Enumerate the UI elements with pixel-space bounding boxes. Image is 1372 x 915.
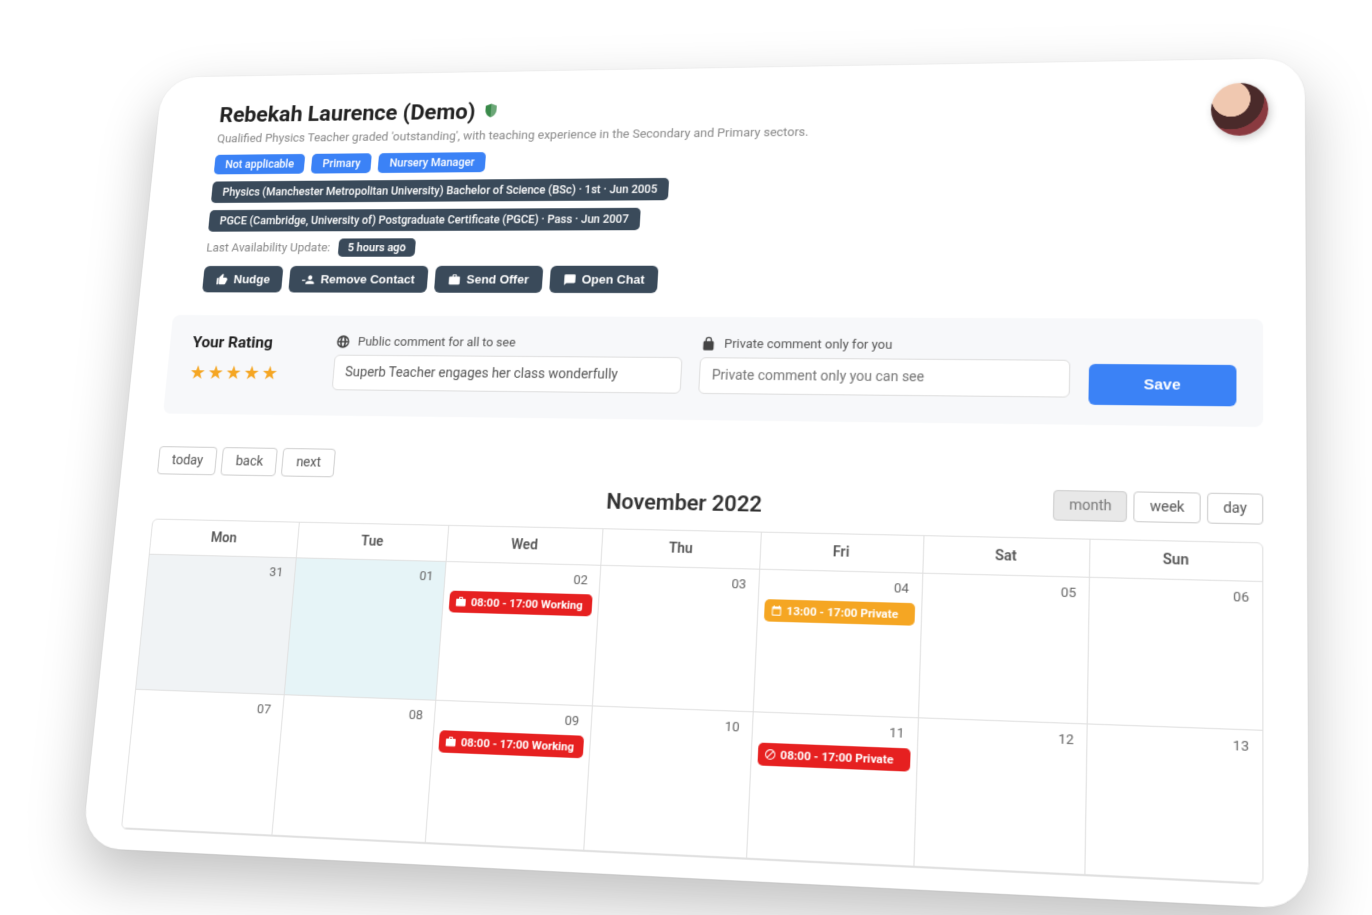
calendar-day-button[interactable]: day (1207, 493, 1263, 525)
calendar-cell[interactable]: 13 (1086, 724, 1263, 883)
rating-section: Your Rating ★★★★★ Public comment for all… (163, 315, 1263, 427)
calendar-weekday: Thu (601, 529, 761, 569)
calendar-cell[interactable]: 11 08:00 - 17:00 Private (747, 712, 919, 866)
calendar-date: 02 (451, 568, 594, 590)
chat-icon (562, 273, 576, 286)
calendar-cell[interactable]: 03 (593, 566, 760, 713)
role-tag[interactable]: Not applicable (214, 154, 306, 174)
rating-heading: Your Rating (192, 333, 320, 352)
calendar-cell[interactable]: 01 (284, 558, 447, 700)
open-chat-button[interactable]: Open Chat (549, 266, 659, 293)
availability-ago: 5 hours ago (338, 238, 416, 256)
calendar-month-button[interactable]: month (1053, 490, 1128, 522)
public-comment-input[interactable] (332, 355, 683, 394)
public-comment-label: Public comment for all to see (357, 335, 516, 350)
calendar-date: 31 (153, 561, 290, 583)
calendar-event[interactable]: 13:00 - 17:00 Private (764, 599, 915, 626)
calendar-cell[interactable]: 04 13:00 - 17:00 Private (754, 570, 923, 719)
user-minus-icon (302, 273, 316, 286)
calendar-date: 05 (928, 580, 1082, 604)
calendar-cell[interactable]: 07 (122, 690, 284, 836)
calendar-cell[interactable]: 12 (914, 718, 1088, 875)
role-tags: Not applicable Primary Nursery Manager (214, 144, 1263, 174)
profile-name: Rebekah Laurence (Demo) (218, 99, 476, 127)
calendar-weekday: Mon (150, 520, 300, 559)
calendar-weekday: Fri (760, 533, 924, 574)
calendar-event[interactable]: 08:00 - 17:00 Working (449, 591, 593, 617)
calendar-icon (770, 604, 783, 617)
calendar-cell[interactable]: 31 (136, 555, 296, 696)
calendar-weekday: Sat (923, 536, 1091, 578)
calendar-date: 01 (300, 564, 440, 586)
calendar-weekday: Wed (447, 526, 604, 566)
calendar-event[interactable]: 08:00 - 17:00 Working (439, 730, 585, 758)
thumbs-up-icon (215, 273, 229, 286)
role-tag[interactable]: Primary (311, 153, 372, 173)
calendar-event-label: 08:00 - 17:00 Working (460, 735, 574, 754)
save-button[interactable]: Save (1088, 364, 1236, 406)
briefcase-icon (445, 735, 458, 748)
calendar-cell[interactable]: 06 (1088, 578, 1262, 731)
calendar-event-label: 08:00 - 17:00 Private (780, 748, 894, 767)
rating-stars[interactable]: ★★★★★ (189, 361, 318, 384)
calendar-weekday: Sun (1090, 540, 1262, 582)
calendar-date: 10 (597, 713, 746, 738)
globe-icon (335, 334, 351, 349)
calendar-cell[interactable]: 02 08:00 - 17:00 Working (437, 562, 602, 706)
calendar-back-button[interactable]: back (221, 447, 278, 476)
calendar-date: 11 (758, 719, 910, 745)
private-comment-label: Private comment only for you (724, 337, 893, 353)
calendar-date: 06 (1096, 584, 1255, 608)
calendar-date: 08 (288, 701, 430, 725)
calendar-next-button[interactable]: next (281, 448, 336, 477)
calendar-event-label: 08:00 - 17:00 Working (470, 595, 583, 612)
availability-label: Last Availability Update: (206, 241, 331, 255)
calendar-view-switch: month week day (1053, 490, 1263, 525)
availability-row: Last Availability Update: 5 hours ago (206, 236, 1264, 257)
calendar-date: 13 (1094, 731, 1256, 757)
calendar-date: 03 (606, 572, 753, 595)
send-offer-button[interactable]: Send Offer (434, 266, 543, 293)
calendar-cell[interactable]: 09 08:00 - 17:00 Working (426, 701, 593, 851)
calendar-cell[interactable]: 10 (584, 706, 753, 858)
calendar-event-label: 13:00 - 17:00 Private (786, 604, 898, 621)
calendar-today-button[interactable]: today (157, 446, 218, 475)
qualification-tags: PGCE (Cambridge, University of) Postgrad… (208, 204, 1263, 231)
calendar-week-button[interactable]: week (1134, 491, 1201, 523)
qualification-tags: Physics (Manchester Metropolitan Univers… (211, 173, 1263, 203)
profile-card: Rebekah Laurence (Demo) Qualified Physic… (82, 58, 1309, 909)
lock-icon (700, 336, 716, 351)
private-comment-input[interactable] (698, 357, 1070, 397)
calendar-date: 07 (139, 696, 277, 720)
nudge-button[interactable]: Nudge (202, 266, 284, 293)
calendar-date: 04 (765, 576, 916, 599)
briefcase-icon (455, 596, 467, 608)
block-icon (764, 748, 777, 761)
calendar-event[interactable]: 08:00 - 17:00 Private (757, 743, 910, 772)
calendar-weekday: Tue (296, 523, 449, 562)
remove-contact-button[interactable]: Remove Contact (289, 266, 429, 293)
calendar-cell[interactable]: 05 (918, 574, 1090, 725)
calendar-date: 09 (441, 707, 586, 732)
qualification-tag: Physics (Manchester Metropolitan Univers… (211, 178, 670, 203)
calendar-cell[interactable]: 08 (272, 695, 437, 843)
qualification-tag: PGCE (Cambridge, University of) Postgrad… (208, 208, 641, 232)
action-buttons: Nudge Remove Contact Send Offer Open Cha… (202, 265, 1263, 294)
calendar-date: 12 (924, 725, 1080, 751)
calendar-section: today back next month week day November … (121, 446, 1264, 885)
shield-icon (482, 102, 500, 120)
role-tag[interactable]: Nursery Manager (378, 152, 486, 173)
briefcase-icon (447, 273, 461, 286)
calendar-grid: MonTueWedThuFriSatSun 31 01 02 08:00 - 17:0… (121, 519, 1264, 885)
